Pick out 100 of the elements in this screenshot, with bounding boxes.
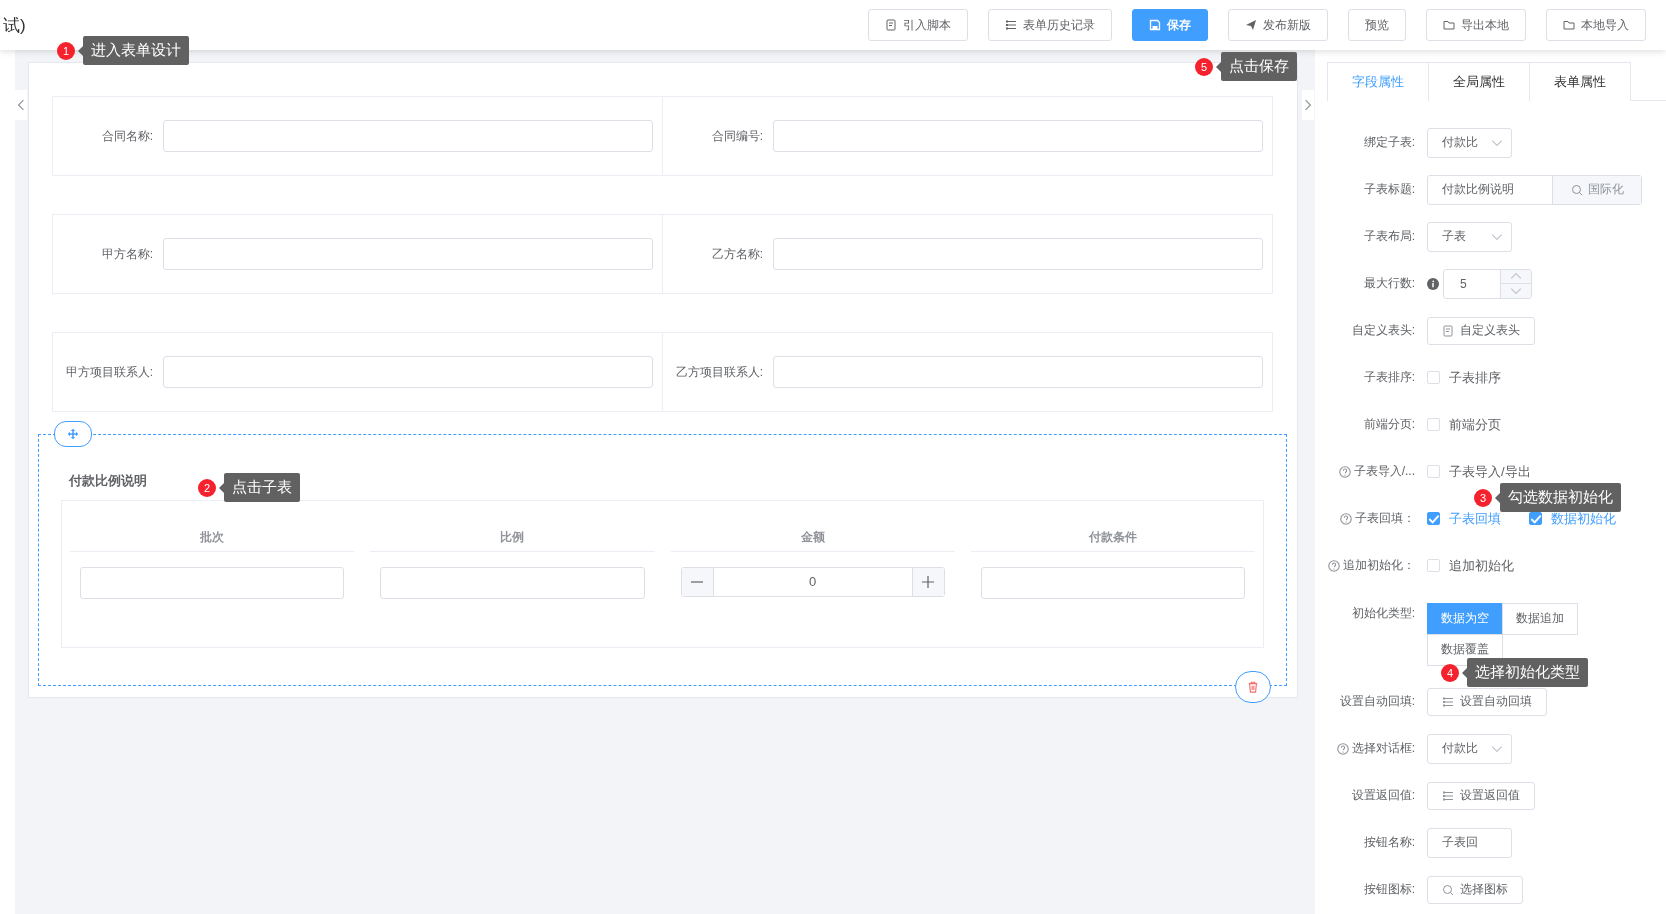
field-label: 乙方名称: [710, 245, 763, 263]
toolbar-button[interactable]: 预览 [1348, 9, 1406, 41]
field-label: 合同编号: [710, 127, 763, 145]
input-field[interactable] [163, 120, 653, 152]
subform-title: 付款比例说明 [69, 472, 147, 490]
property-label: 初始化类型: [1351, 605, 1415, 622]
folder-icon [1563, 19, 1575, 31]
panel-tab[interactable]: 全局属性 [1429, 62, 1530, 101]
select-value: 付款比 [1442, 740, 1478, 757]
chevron-right-icon [1302, 99, 1314, 111]
property-label: 子表标题: [1363, 181, 1415, 198]
toolbar-button[interactable]: 导出本地 [1426, 9, 1526, 41]
checkbox-label: 子表排序 [1449, 368, 1501, 387]
select-field[interactable]: 付款比 [1427, 127, 1512, 158]
plus-icon [922, 576, 935, 588]
field-label: 甲方项目联系人: [64, 363, 153, 381]
property-label: 追加初始化： [1343, 557, 1415, 574]
input-field[interactable] [980, 567, 1245, 599]
column-header: 金额 [670, 525, 955, 552]
property-label: 按钮名称: [1363, 834, 1415, 851]
help-icon [1328, 559, 1340, 572]
number-value: 5 [1459, 275, 1468, 293]
document-icon [885, 19, 897, 31]
checkbox-label: 子表回填 [1449, 509, 1501, 528]
collapse-handle[interactable] [15, 90, 27, 120]
number-stepper[interactable]: 0 [680, 567, 945, 597]
tooltip: 选择初始化类型 [1467, 658, 1588, 687]
action-button[interactable]: 自定义表头 [1427, 316, 1535, 345]
help-icon [1340, 512, 1352, 525]
input-field[interactable] [163, 356, 653, 388]
toolbar-button[interactable]: 本地导入 [1546, 9, 1646, 41]
property-label: 前端分页: [1363, 416, 1415, 433]
toolbar-button[interactable]: 发布新版 [1228, 9, 1328, 41]
checkbox-label: 追加初始化 [1449, 556, 1514, 575]
column-header: 比例 [370, 525, 655, 552]
help-icon [1338, 465, 1351, 478]
select-field[interactable]: 付款比 [1427, 733, 1512, 764]
action-button[interactable]: 设置返回值 [1427, 781, 1535, 810]
toolbar-button[interactable]: 表单历史记录 [988, 9, 1112, 41]
decrement-button[interactable] [681, 568, 714, 596]
save-icon [1149, 19, 1161, 31]
property-label: 设置返回值: [1351, 787, 1415, 804]
property-label: 按钮图标: [1363, 881, 1415, 898]
input-field[interactable] [773, 238, 1263, 270]
input-field[interactable] [380, 567, 645, 599]
page-title: 试) [3, 14, 26, 37]
field-label: 合同名称: [100, 127, 153, 145]
input-field[interactable] [80, 567, 345, 599]
document-icon [1442, 324, 1454, 337]
checkbox-label: 数据初始化 [1551, 509, 1616, 528]
field-label: 甲方名称: [100, 245, 153, 263]
list-icon [1442, 695, 1454, 708]
tooltip: 勾选数据初始化 [1500, 483, 1621, 512]
checkbox-label: 前端分页 [1449, 415, 1501, 434]
collapse-handle[interactable] [1302, 90, 1314, 120]
property-label: 绑定子表: [1363, 134, 1415, 151]
input-field[interactable] [773, 120, 1263, 152]
property-label: 最大行数: [1363, 275, 1415, 292]
property-label: 子表布局: [1363, 228, 1415, 245]
search-icon [1442, 883, 1454, 896]
action-button[interactable]: 设置自动回填 [1427, 687, 1547, 716]
send-icon [1245, 19, 1257, 31]
select-value: 子表 [1442, 228, 1466, 245]
action-button[interactable]: 选择图标 [1427, 875, 1523, 904]
property-label: 选择对话框: [1351, 740, 1415, 757]
panel-tab[interactable]: 表单属性 [1530, 62, 1631, 101]
toolbar-button[interactable]: 引入脚本 [868, 9, 968, 41]
delete-button[interactable] [1235, 671, 1271, 703]
select-value: 付款比 [1442, 134, 1478, 151]
input-field[interactable] [773, 356, 1263, 388]
step-badge: 5 [1195, 57, 1213, 76]
radio-button[interactable]: 数据追加 [1502, 602, 1578, 635]
checkbox-label: 子表导入/导出 [1449, 462, 1531, 481]
number-field[interactable]: 5 [1443, 268, 1532, 299]
folder-icon [1443, 19, 1455, 31]
field-label: 乙方项目联系人: [674, 363, 763, 381]
property-label: 自定义表头: [1351, 322, 1415, 339]
number-value: 0 [808, 573, 818, 591]
input-field[interactable] [163, 238, 653, 270]
column-header: 付款条件 [970, 525, 1255, 552]
tooltip: 点击保存 [1221, 52, 1297, 81]
checkbox[interactable] [1427, 512, 1440, 525]
select-field[interactable]: 子表 [1427, 221, 1512, 252]
chevron-left-icon [15, 99, 27, 111]
help-icon [1336, 742, 1349, 755]
list-icon [1005, 19, 1017, 31]
tooltip: 进入表单设计 [83, 36, 189, 65]
trash-icon [1247, 681, 1259, 693]
checkbox[interactable] [1529, 512, 1542, 525]
property-label: 子表回填： [1355, 510, 1415, 527]
move-icon [67, 428, 79, 440]
column-header: 批次 [70, 525, 355, 552]
text-field[interactable]: 子表回 [1427, 827, 1512, 858]
tooltip: 点击子表 [224, 473, 300, 502]
property-label: 子表导入/... [1353, 463, 1415, 480]
list-icon [1442, 789, 1454, 802]
info-icon [1427, 277, 1439, 290]
move-handle[interactable] [54, 421, 92, 447]
increment-button[interactable] [911, 568, 944, 596]
property-label: 设置自动回填: [1339, 693, 1415, 710]
